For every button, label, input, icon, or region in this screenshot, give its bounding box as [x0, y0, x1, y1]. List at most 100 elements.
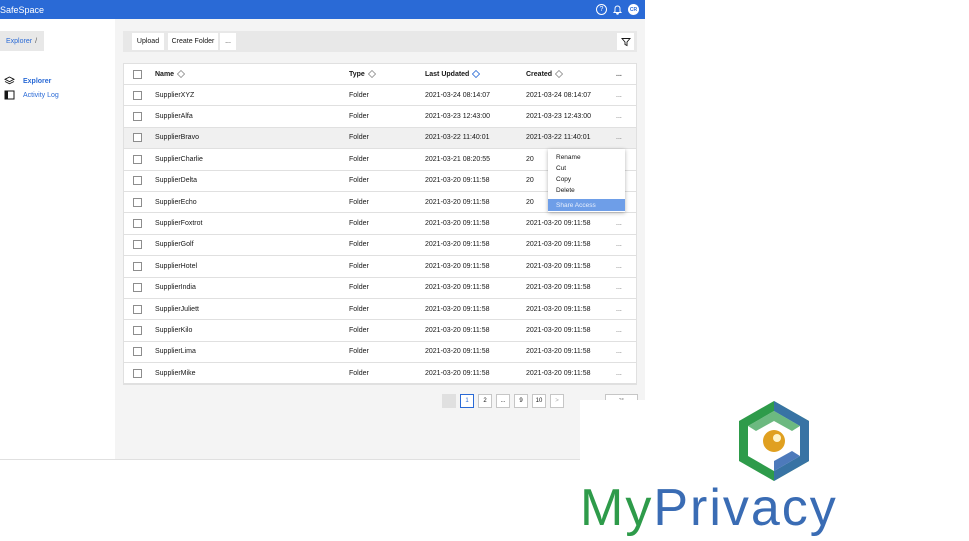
table-row[interactable]: SupplierFoxtrot Folder 2021-03-20 09:11:58…: [124, 213, 636, 235]
row-checkbox[interactable]: [133, 176, 142, 186]
cell-last-updated: 2021-03-20 09:11:58: [425, 220, 490, 228]
row-overflow-menu-button[interactable]: ...: [616, 284, 622, 291]
top-bar: SafeSpace ? CR: [0, 0, 645, 19]
cell-last-updated: 2021-03-20 09:11:58: [425, 369, 490, 377]
table-row[interactable]: SupplierLima Folder 2021-03-20 09:11:58 202…: [124, 342, 636, 364]
cell-name[interactable]: SupplierMike: [155, 370, 195, 377]
table-row[interactable]: SupplierMike Folder 2021-03-20 09:11:58 202…: [124, 363, 636, 385]
row-checkbox[interactable]: [133, 240, 142, 250]
breadcrumb-separator: /: [35, 37, 38, 45]
cell-name[interactable]: SupplierJuliett: [155, 306, 199, 313]
row-checkbox[interactable]: [133, 283, 142, 293]
cell-name[interactable]: SupplierBravo: [155, 134, 199, 141]
context-menu-item-cut[interactable]: Cut: [548, 163, 625, 174]
cell-created: 2021-03-22 11:40:01: [526, 134, 591, 142]
cell-name[interactable]: SupplierKilo: [155, 327, 192, 334]
pagination-page-button[interactable]: 9: [514, 394, 528, 408]
row-overflow-menu-button[interactable]: ...: [616, 241, 622, 248]
table-row[interactable]: SupplierHotel Folder 2021-03-20 09:11:58 20…: [124, 256, 636, 278]
cell-name[interactable]: SupplierCharlie: [155, 156, 203, 163]
cell-last-updated: 2021-03-20 09:11:58: [425, 177, 490, 185]
header-name[interactable]: Name: [155, 70, 186, 78]
row-checkbox[interactable]: [133, 219, 142, 229]
bell-icon[interactable]: [612, 4, 623, 15]
row-checkbox[interactable]: [133, 112, 142, 122]
cell-name[interactable]: SupplierGolf: [155, 241, 194, 248]
context-menu: Rename Cut Copy Delete Share Access: [548, 149, 625, 212]
cell-last-updated: 2021-03-20 09:11:58: [425, 326, 490, 334]
create-folder-button[interactable]: Create Folder: [168, 33, 218, 50]
context-menu-item-delete[interactable]: Delete: [548, 185, 625, 196]
cell-type: Folder: [349, 91, 369, 99]
row-checkbox[interactable]: [133, 347, 142, 357]
row-checkbox[interactable]: [133, 154, 142, 164]
cell-type: Folder: [349, 326, 369, 334]
table-row[interactable]: SupplierJuliett Folder 2021-03-20 09:11:58…: [124, 299, 636, 321]
row-overflow-menu-button[interactable]: ...: [616, 220, 622, 227]
upload-button[interactable]: Upload: [132, 33, 164, 50]
cell-name[interactable]: SupplierLima: [155, 348, 196, 355]
cell-created: 2021-03-20 09:11:58: [526, 369, 591, 377]
pagination-next-button[interactable]: >: [550, 394, 564, 408]
header-actions: ...: [616, 70, 622, 78]
row-overflow-menu-button[interactable]: ...: [616, 263, 622, 270]
table-row[interactable]: SupplierAlfa Folder 2021-03-23 12:43:00 202…: [124, 106, 636, 128]
row-checkbox[interactable]: [133, 368, 142, 378]
row-checkbox[interactable]: [133, 261, 142, 271]
context-menu-item-rename[interactable]: Rename: [548, 152, 625, 163]
pagination-prev-button[interactable]: [442, 394, 456, 408]
row-checkbox[interactable]: [133, 325, 142, 335]
cell-name[interactable]: SupplierEcho: [155, 199, 197, 206]
table-row[interactable]: SupplierXYZ Folder 2021-03-24 08:14:07 2021…: [124, 85, 636, 107]
cell-created: 2021-03-20 09:11:58: [526, 284, 591, 292]
row-checkbox[interactable]: [133, 304, 142, 314]
pagination-page-button[interactable]: ...: [496, 394, 510, 408]
row-overflow-menu-button[interactable]: ...: [616, 348, 622, 355]
cell-type: Folder: [349, 134, 369, 142]
table-row[interactable]: SupplierBravo Folder 2021-03-22 11:40:01 20…: [124, 127, 636, 150]
cell-name[interactable]: SupplierFoxtrot: [155, 220, 202, 227]
sort-active-icon: [472, 70, 481, 78]
row-overflow-menu-button[interactable]: ...: [616, 306, 622, 313]
help-circle-icon[interactable]: ?: [596, 4, 607, 15]
row-overflow-menu-button[interactable]: ...: [616, 113, 622, 120]
row-checkbox[interactable]: [133, 133, 142, 143]
select-all-checkbox[interactable]: [133, 69, 142, 79]
table-body: SupplierXYZ Folder 2021-03-24 08:14:07 2021…: [124, 85, 636, 385]
table-row[interactable]: SupplierKilo Folder 2021-03-20 09:11:58 202…: [124, 320, 636, 342]
context-menu-item-share-access[interactable]: Share Access: [548, 199, 625, 211]
cell-name[interactable]: SupplierAlfa: [155, 113, 193, 120]
row-overflow-menu-button[interactable]: ...: [616, 92, 622, 99]
context-menu-item-copy[interactable]: Copy: [548, 174, 625, 185]
row-overflow-menu-button[interactable]: ...: [616, 327, 622, 334]
cell-name[interactable]: SupplierHotel: [155, 263, 197, 270]
pagination-page-button[interactable]: 1: [460, 394, 474, 408]
sidebar-item-explorer[interactable]: Explorer: [4, 76, 51, 86]
row-overflow-menu-button[interactable]: ...: [616, 134, 622, 141]
filter-button[interactable]: [617, 33, 634, 50]
row-checkbox[interactable]: [133, 197, 142, 207]
pagination-page-button[interactable]: 2: [478, 394, 492, 408]
toolbar: Upload Create Folder ...: [123, 31, 637, 52]
header-last-updated[interactable]: Last Updated: [425, 70, 481, 78]
pagination-page-button[interactable]: 10: [532, 394, 546, 408]
table-row[interactable]: SupplierGolf Folder 2021-03-20 09:11:58 202…: [124, 235, 636, 257]
header-created[interactable]: Created: [526, 70, 564, 78]
cell-name[interactable]: SupplierXYZ: [155, 92, 194, 99]
sidebar-item-activity-log[interactable]: Activity Log: [4, 90, 59, 100]
cell-type: Folder: [349, 348, 369, 356]
cell-name[interactable]: SupplierIndia: [155, 284, 196, 291]
row-checkbox[interactable]: [133, 90, 142, 100]
myprivacy-wordmark: My Privacy: [580, 478, 969, 534]
cell-created: 2021-03-20 09:11:58: [526, 348, 591, 356]
cell-type: Folder: [349, 305, 369, 313]
avatar[interactable]: CR: [628, 4, 639, 15]
header-type[interactable]: Type: [349, 70, 376, 78]
toolbar-more-button[interactable]: ...: [220, 33, 236, 50]
cell-name[interactable]: SupplierDelta: [155, 177, 197, 184]
table-row[interactable]: SupplierIndia Folder 2021-03-20 09:11:58 20…: [124, 278, 636, 299]
row-overflow-menu-button[interactable]: ...: [616, 370, 622, 377]
cell-created: 2021-03-20 09:11:58: [526, 305, 591, 313]
cell-last-updated: 2021-03-20 09:11:58: [425, 284, 490, 292]
breadcrumb-explorer[interactable]: Explorer: [6, 38, 32, 45]
